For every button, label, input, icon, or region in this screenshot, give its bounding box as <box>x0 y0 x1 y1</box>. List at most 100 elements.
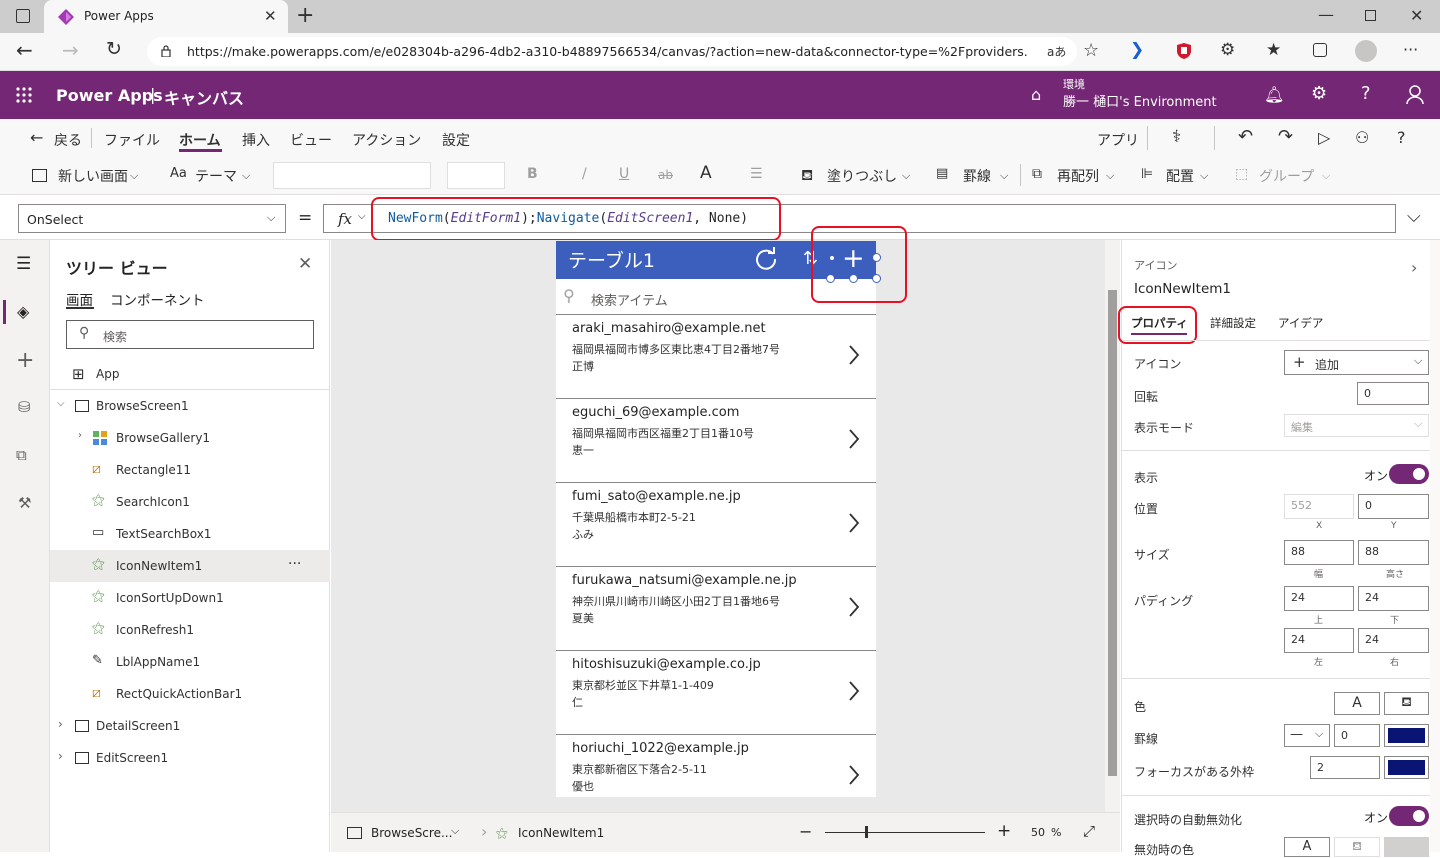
app-name[interactable]: Power Apps <box>56 86 163 105</box>
user-account-icon[interactable] <box>1406 85 1424 105</box>
extensions-puzzle-icon[interactable]: ⚙ <box>1220 40 1235 60</box>
menu-view[interactable]: ビュー <box>290 130 332 150</box>
menu-back[interactable]: 戻る <box>54 130 82 150</box>
tree-item-browsegallery1[interactable]: › BrowseGallery1 <box>50 422 330 454</box>
menu-home[interactable]: ホーム <box>179 130 221 150</box>
chevron-down-icon[interactable]: ⌵ <box>358 211 366 222</box>
url-field[interactable]: https://make.powerapps.com/e/e028304b-a2… <box>147 37 1077 66</box>
focus-border-input[interactable]: 2 <box>1310 756 1380 779</box>
fill-color-icon[interactable]: ⛾ <box>1384 692 1429 715</box>
bold-button[interactable]: B <box>527 166 538 182</box>
zoom-in-icon[interactable]: + <box>997 821 1011 841</box>
new-screen-button[interactable]: 新しい画面 <box>58 166 128 186</box>
zoom-slider[interactable] <box>825 832 985 833</box>
restore-icon[interactable] <box>1365 10 1376 21</box>
gallery-card[interactable]: horiuchi_1022@example.jp 東京都新宿区下落合2-5-11 優… <box>556 735 876 797</box>
gallery-card[interactable]: hitoshisuzuki@example.co.jp 東京都杉並区下井草1-1-… <box>556 651 876 735</box>
insert-plus-icon[interactable]: + <box>16 348 34 373</box>
chevron-right-icon[interactable] <box>848 513 860 533</box>
notification-bell-icon[interactable]: 🔔︎ <box>1264 85 1284 104</box>
chevron-right-icon[interactable]: › <box>58 749 63 763</box>
undo-icon[interactable]: ↶ <box>1238 126 1253 147</box>
tree-item-rectquickactionbar1[interactable]: ⧄ RectQuickActionBar1 <box>50 678 330 710</box>
chevron-right-icon[interactable] <box>848 429 860 449</box>
current-screen[interactable]: BrowseScre... <box>371 826 452 840</box>
tree-item-browsescreen1[interactable]: ⌵ BrowseScreen1 <box>50 390 330 422</box>
visible-toggle[interactable] <box>1389 464 1429 484</box>
app-title-label[interactable]: テーブル1 <box>568 246 655 273</box>
shield-extension-icon[interactable] <box>1176 42 1192 60</box>
tree-item-iconsortupdown1[interactable]: ⚝ IconSortUpDown1 <box>50 582 330 614</box>
tab-advanced[interactable]: 詳細設定 <box>1210 315 1256 331</box>
tree-item-iconrefresh1[interactable]: ⚝ IconRefresh1 <box>50 614 330 646</box>
height-input[interactable]: 88 <box>1358 540 1429 565</box>
gallery-card[interactable]: fumi_sato@example.ne.jp 千葉県船橋市本町2-5-21 ふみ <box>556 483 876 567</box>
rotation-input[interactable]: 0 <box>1357 382 1429 405</box>
chevron-right-icon[interactable]: › <box>58 717 63 731</box>
border-style-dropdown[interactable]: — ⌵ <box>1284 724 1330 747</box>
play-icon[interactable]: ▷ <box>1318 128 1330 147</box>
tree-item-iconnewitem1[interactable]: ⚝ IconNewItem1 ··· <box>50 550 330 582</box>
display-mode-dropdown[interactable]: 編集 ⌵ <box>1284 414 1429 437</box>
property-dropdown[interactable]: OnSelect ⌵ <box>18 204 286 233</box>
hamburger-menu-icon[interactable]: ☰ <box>16 254 31 274</box>
props-scrollbar[interactable] <box>1430 240 1440 852</box>
redo-icon[interactable]: ↷ <box>1278 126 1293 147</box>
tree-item-detailscreen1[interactable]: › DetailScreen1 <box>50 710 330 742</box>
layers-tree-view-icon[interactable]: ◈ <box>17 302 29 321</box>
tab-actions-icon[interactable] <box>16 9 30 23</box>
font-color-button[interactable]: A <box>700 163 712 183</box>
gallery-card[interactable]: eguchi_69@example.com 福岡県福岡市西区福重2丁目1番10号恵… <box>556 399 876 483</box>
reorder-button[interactable]: 再配列 <box>1057 166 1099 186</box>
search-input[interactable]: 検索アイテム <box>591 290 668 309</box>
x-input[interactable]: 552 <box>1284 494 1354 519</box>
menu-insert[interactable]: 挿入 <box>242 130 270 150</box>
width-input[interactable]: 88 <box>1284 540 1354 565</box>
share-user-icon[interactable]: ⚇ <box>1355 128 1369 147</box>
tree-item-rectangle11[interactable]: ⧄ Rectangle11 <box>50 454 330 486</box>
y-input[interactable]: 0 <box>1358 494 1429 519</box>
padding-right-input[interactable]: 24 <box>1358 628 1429 653</box>
italic-button[interactable]: / <box>582 166 587 182</box>
chevron-right-icon[interactable] <box>848 597 860 617</box>
scrollbar-thumb[interactable] <box>1108 290 1117 776</box>
chevron-right-icon[interactable] <box>848 765 860 785</box>
chevron-right-icon[interactable] <box>848 345 860 365</box>
back-arrow-icon[interactable]: ← <box>16 38 33 62</box>
new-tab-icon[interactable]: + <box>296 3 314 28</box>
fx-label[interactable]: fx <box>338 210 352 228</box>
data-cylinder-icon[interactable]: ⛁ <box>18 398 31 416</box>
chevron-down-icon[interactable]: ⌵ <box>1000 169 1008 183</box>
border-button[interactable]: 罫線 <box>963 166 991 186</box>
chevron-down-icon[interactable]: ⌵ <box>57 398 65 409</box>
settings-gear-icon[interactable]: ⚙ <box>1311 83 1327 104</box>
profile-avatar-icon[interactable] <box>1355 40 1377 62</box>
icon-dropdown[interactable]: + 追加 ⌵ <box>1284 350 1429 375</box>
refresh-icon[interactable]: ↻ <box>106 38 122 60</box>
chevron-right-icon[interactable]: › <box>78 430 82 441</box>
tree-item-textsearchbox1[interactable]: ▭ TextSearchBox1 <box>50 518 330 550</box>
app-checker-icon[interactable]: ⚕ <box>1172 127 1181 147</box>
advanced-tools-icon[interactable]: ⚒ <box>18 494 31 512</box>
tree-search-box[interactable]: ⚲ 検索 <box>66 320 314 349</box>
zoom-slider-thumb[interactable] <box>865 826 868 838</box>
chevron-down-icon[interactable]: ⌵ <box>1322 169 1330 183</box>
align-button[interactable]: 配置 <box>1166 166 1194 186</box>
border-color-picker[interactable] <box>1384 724 1429 747</box>
tree-item-editscreen1[interactable]: › EditScreen1 <box>50 742 330 774</box>
favorite-add-icon[interactable]: ☆ <box>1083 40 1099 61</box>
tab-screens[interactable]: 画面 <box>66 289 93 309</box>
gallery-card[interactable]: furukawa_natsumi@example.ne.jp 神奈川県川崎市川崎区… <box>556 567 876 651</box>
close-panel-icon[interactable]: ✕ <box>298 254 312 274</box>
chevron-down-icon[interactable]: ⌵ <box>902 169 910 183</box>
collections-icon[interactable] <box>1313 43 1327 57</box>
tab-ideas[interactable]: アイデア <box>1278 315 1323 331</box>
gallery-card[interactable]: araki_masahiro@example.net 福岡県福岡市博多区東比恵4丁… <box>556 315 876 399</box>
zoom-out-icon[interactable]: − <box>799 822 812 841</box>
help-question-icon[interactable]: ? <box>1397 128 1406 147</box>
chevron-down-icon[interactable]: ⌵ <box>242 169 250 183</box>
auto-disable-toggle[interactable] <box>1389 806 1429 826</box>
font-family-dropdown[interactable] <box>273 162 431 189</box>
menu-settings[interactable]: 設定 <box>442 130 470 150</box>
close-window-icon[interactable]: ✕ <box>1410 6 1423 25</box>
